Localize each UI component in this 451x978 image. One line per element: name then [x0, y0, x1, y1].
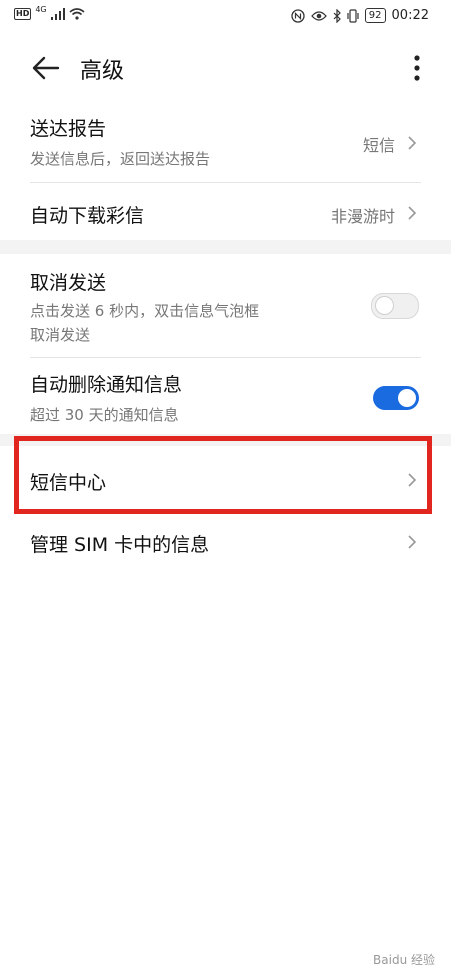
setting-auto-delete-notices[interactable]: 自动删除通知信息 超过 30 天的通知信息 — [0, 360, 451, 436]
battery-icon: 92 — [364, 8, 386, 23]
toggle-knob — [398, 389, 416, 407]
network-type: 4G — [35, 4, 47, 14]
delivery-report-value: 短信 — [362, 136, 395, 155]
status-bar: HD 4G 92 00:22 — [0, 0, 451, 34]
bluetooth-icon — [333, 8, 341, 23]
nfc-icon — [291, 8, 305, 23]
setting-auto-download-mms[interactable]: 自动下载彩信 非漫游时 — [0, 183, 451, 243]
eye-icon — [310, 10, 327, 21]
chevron-right-icon — [408, 136, 417, 150]
manage-sim-messages-title: 管理 SIM 卡中的信息 — [30, 534, 210, 556]
section-gap — [0, 240, 451, 254]
delivery-report-subtitle: 发送信息后，返回送达报告 — [30, 150, 211, 168]
delivery-report-title: 送达报告 — [30, 118, 107, 140]
setting-delivery-report[interactable]: 送达报告 发送信息后，返回送达报告 短信 — [0, 108, 451, 182]
vibrate-icon — [347, 8, 359, 23]
cancel-send-title: 取消发送 — [30, 272, 107, 294]
cancel-send-toggle[interactable] — [371, 293, 419, 319]
highlight-annotation — [14, 436, 432, 514]
setting-cancel-send[interactable]: 取消发送 点击发送 6 秒内，双击信息气泡框 取消发送 — [0, 260, 451, 356]
wifi-icon — [69, 8, 85, 20]
more-options-icon[interactable] — [413, 54, 421, 82]
status-left: HD 4G — [14, 4, 85, 20]
chevron-right-icon — [408, 206, 417, 220]
page-title: 高级 — [80, 59, 125, 84]
hd-icon: HD — [14, 8, 32, 20]
back-arrow-icon[interactable] — [30, 54, 60, 82]
divider — [30, 357, 421, 358]
auto-delete-notices-title: 自动删除通知信息 — [30, 374, 183, 396]
auto-download-mms-value: 非漫游时 — [330, 207, 395, 226]
chevron-right-icon — [408, 535, 417, 549]
app-header: 高级 — [0, 44, 451, 92]
signal-icon — [50, 8, 65, 20]
clock: 00:22 — [391, 8, 429, 23]
setting-manage-sim-messages[interactable]: 管理 SIM 卡中的信息 — [0, 514, 451, 574]
watermark: Baidu 经验 — [373, 953, 435, 967]
status-right: 92 00:22 — [291, 8, 429, 23]
cancel-send-subtitle-line2: 取消发送 — [30, 326, 91, 344]
auto-delete-notices-subtitle: 超过 30 天的通知信息 — [30, 406, 179, 424]
toggle-knob — [375, 296, 394, 315]
auto-delete-notices-toggle[interactable] — [373, 386, 419, 410]
cancel-send-subtitle-line1: 点击发送 6 秒内，双击信息气泡框 — [30, 302, 260, 320]
auto-download-mms-title: 自动下载彩信 — [30, 205, 145, 227]
